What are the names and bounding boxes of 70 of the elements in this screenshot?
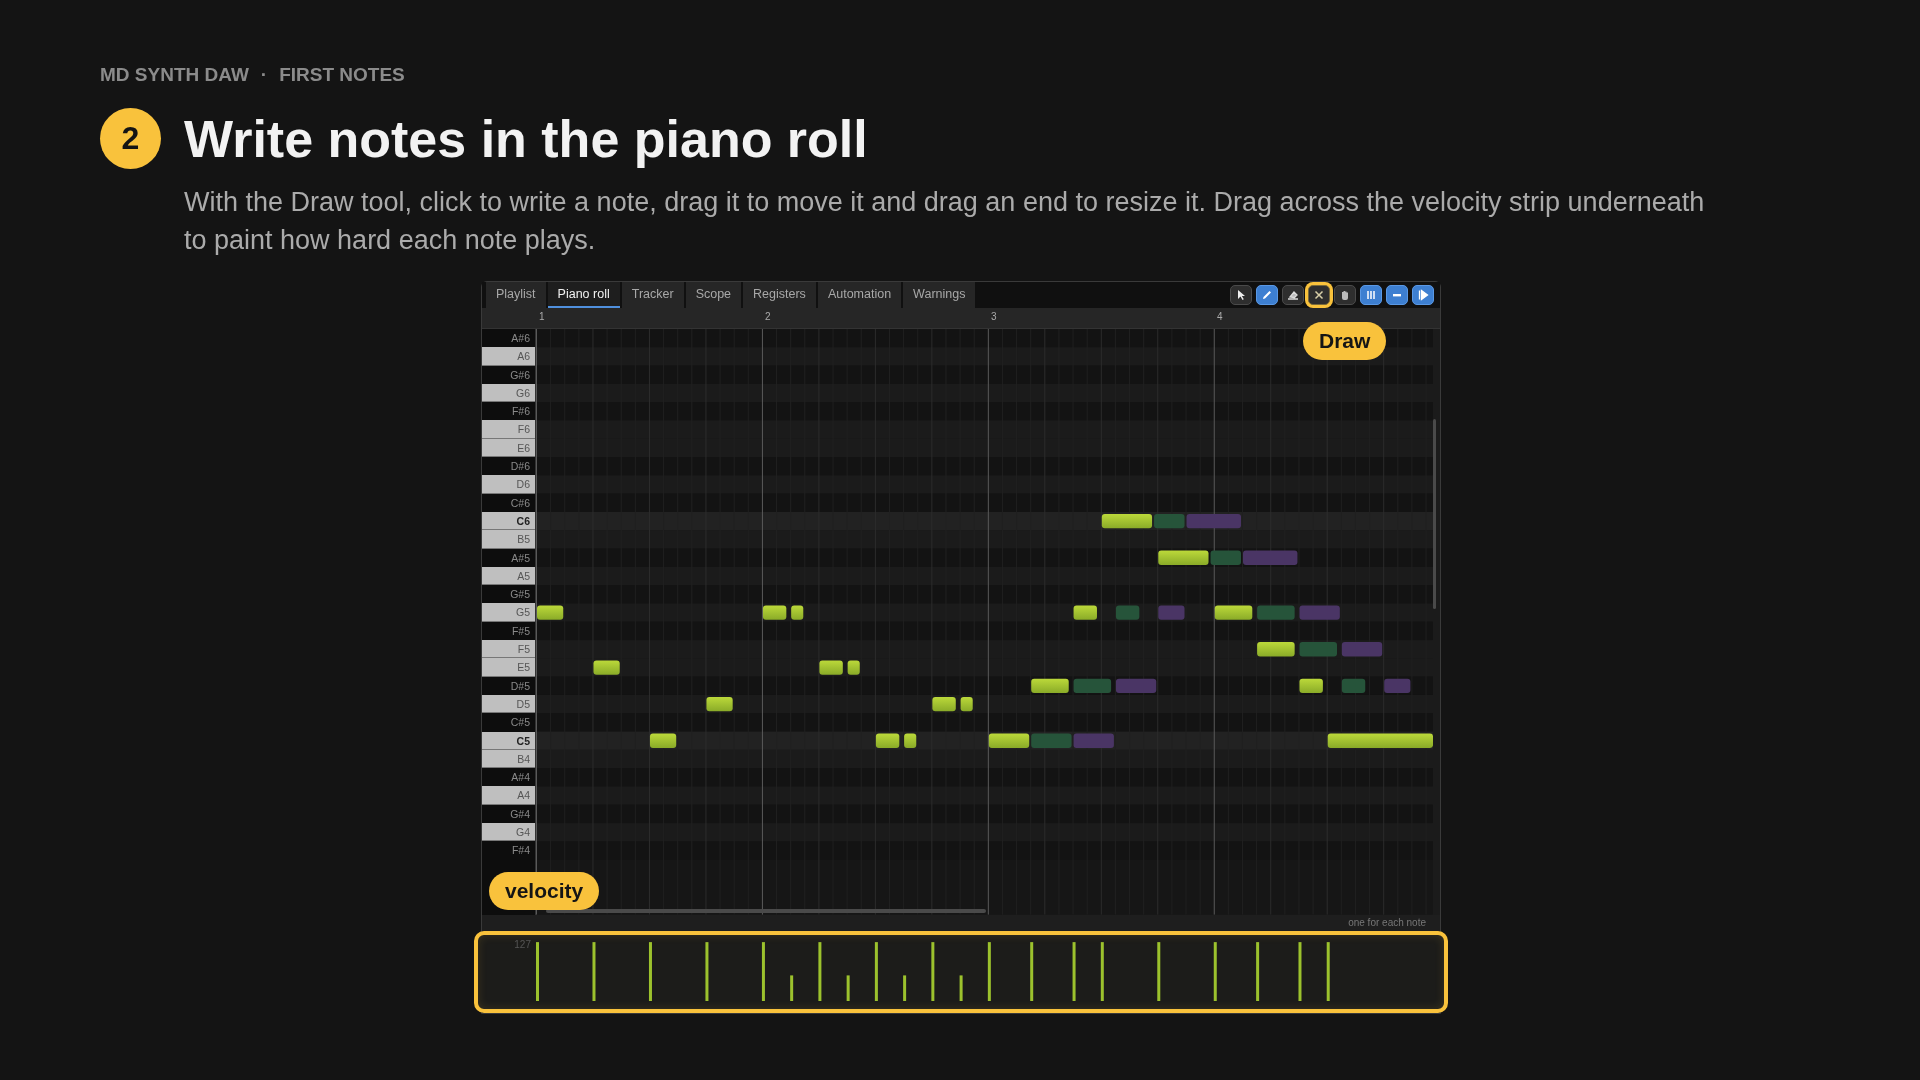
draw-callout: Draw [1303,322,1387,360]
velocity-bar[interactable] [874,942,878,1001]
velocity-bar[interactable] [987,942,991,1001]
velocity-hint: one for each note [1348,917,1426,929]
pencil-icon [1261,289,1273,301]
eraser-tool-button[interactable] [1282,285,1304,305]
note-block[interactable] [1101,514,1153,529]
note-block[interactable] [706,697,733,712]
piano-key[interactable]: F5 [482,640,535,659]
tab[interactable]: Registers [743,282,816,308]
piano-key[interactable]: B5 [482,530,535,549]
step-number: 2 [100,108,161,169]
velocity-bar[interactable] [1256,942,1260,1001]
pause-button[interactable] [1360,285,1382,305]
cross-icon [1313,289,1325,301]
velocity-bar[interactable] [1100,942,1104,1001]
pointer-tool-button[interactable] [1230,285,1252,305]
velocity-bar[interactable] [818,942,822,1001]
velocity-bar[interactable] [1030,942,1034,1001]
tab[interactable]: Piano roll [547,282,620,308]
bar-number: 3 [990,310,998,324]
step-description: With the Draw tool, click to write a note, drag it to move it and drag an end to resize it. Drag across the velocity strip underneath to paint how hard each note plays. [184,186,1706,257]
minus-button[interactable] [1386,285,1408,305]
velocity-bar[interactable] [648,942,652,1001]
velocity-bar[interactable] [1326,942,1330,1001]
pause-icon [1365,289,1377,301]
breadcrumb-section: FIRST NOTES [279,64,405,86]
breadcrumb-app: MD SYNTH DAW [100,64,249,86]
tab[interactable]: Automation [817,282,902,308]
piano-key[interactable]: F6 [482,420,535,439]
play-icon [1417,289,1429,301]
piano-key[interactable]: A6 [482,347,535,366]
velocity-bar[interactable] [846,975,850,1001]
note-block[interactable] [593,660,620,675]
velocity-callout: velocity [489,872,600,910]
bar-number: 2 [764,310,772,324]
note-block[interactable] [537,605,564,620]
tab[interactable]: Playlist [486,282,546,308]
cross-tool-button[interactable] [1308,285,1330,305]
bar-number: 4 [1216,310,1224,324]
vertical-scrollbar[interactable] [1433,419,1436,609]
piano-key[interactable]: E5 [482,658,535,677]
pencil-tool-button[interactable] [1256,285,1278,305]
piano-key[interactable]: A4 [482,786,535,805]
note-block[interactable] [1214,605,1253,620]
eraser-icon [1287,289,1299,301]
note-block[interactable] [791,605,804,620]
breadcrumb-separator: · [260,64,268,86]
piano-key[interactable]: G4 [482,823,535,842]
velocity-bar[interactable] [903,975,907,1001]
tab[interactable]: Tracker [621,282,684,308]
step-title: Write notes in the piano roll [184,108,868,169]
piano-key[interactable]: D6 [482,475,535,494]
bar-number: 1 [538,310,546,324]
velocity-bar[interactable] [931,942,935,1001]
velocity-bar[interactable] [761,942,765,1001]
piano-key[interactable]: G5 [482,603,535,622]
pointer-icon [1235,289,1247,301]
horizontal-scrollbar[interactable] [546,909,986,913]
note-block[interactable] [932,697,956,712]
tab[interactable]: Scope [685,282,742,308]
velocity-bar[interactable] [790,975,794,1001]
velocity-bar[interactable] [1213,942,1217,1001]
hand-icon [1339,289,1351,301]
tab[interactable]: Warnings [903,282,976,308]
velocity-bar[interactable] [959,975,963,1001]
note-block[interactable] [819,660,843,675]
play-button[interactable] [1412,285,1434,305]
velocity-bar[interactable] [1157,942,1161,1001]
hand-tool-button[interactable] [1334,285,1356,305]
